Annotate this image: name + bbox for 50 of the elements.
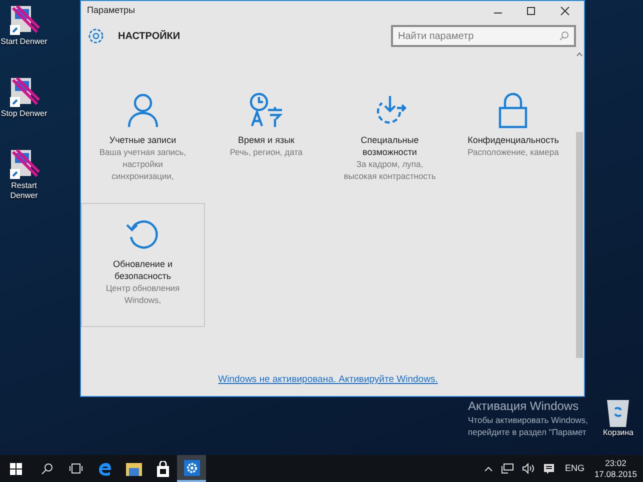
settings-icon	[186, 462, 198, 474]
recycle-bin-label[interactable]: Корзина	[603, 427, 634, 439]
close-icon[interactable]	[560, 6, 570, 16]
language-indicator[interactable]: ENG	[564, 462, 584, 476]
clock[interactable]: 23:02 17.08.2015	[590, 458, 643, 480]
shortcut-icon	[7, 75, 41, 109]
tile-description: Ваша учетная запись, настройки синхронизации,	[98, 146, 188, 182]
shortcut-label[interactable]: Restart Denwer	[0, 181, 49, 201]
tile-description: Расположение, камера	[466, 146, 560, 158]
maximize-icon[interactable]	[526, 6, 536, 16]
windows-logo-icon	[10, 462, 22, 474]
search-icon	[40, 462, 52, 474]
settings-tile[interactable]: Специальные возможности За кадром, лупа, высокая контрастность	[328, 79, 452, 203]
scroll-up-icon[interactable]	[576, 51, 583, 57]
window-title: Параметры	[87, 4, 136, 18]
activation-text: перейдите в раздел "Парамет	[468, 426, 588, 438]
settings-tile[interactable]: Конфиденциальность Расположение, камера	[452, 79, 575, 203]
search-input[interactable]: Найти параметр	[398, 28, 559, 44]
shortcut-icon	[7, 3, 41, 37]
speaker-icon[interactable]	[522, 463, 535, 474]
tile-title: Специальные возможности	[360, 134, 420, 158]
settings-tile[interactable]: Обновление и безопасность Центр обновления Windows,	[81, 203, 204, 327]
tile-title: Учетные записи	[109, 134, 176, 146]
settings-tile[interactable]: Время и язык Речь, регион, дата	[204, 79, 328, 203]
settings-tile[interactable]: Учетные записи Ваша учетная запись, настройки синхронизации,	[81, 79, 204, 203]
taskbar-app[interactable]	[177, 455, 206, 482]
activation-text: Чтобы активировать Windows,	[468, 414, 588, 426]
shortcut-label[interactable]: Stop Denwer	[0, 109, 49, 119]
tile-description: За кадром, лупа, высокая контрастность	[342, 158, 437, 182]
tile-description: Речь, регион, дата	[228, 146, 304, 158]
shortcut-icon	[7, 147, 41, 181]
tile-description: Центр обновления Windows,	[104, 282, 181, 306]
network-icon[interactable]	[500, 463, 514, 474]
task-view-icon	[68, 463, 82, 474]
search-field[interactable]: Найти параметр	[391, 25, 576, 47]
settings-icon	[87, 27, 105, 45]
edge-icon	[96, 460, 112, 476]
tile-title: Обновление и безопасность	[112, 258, 174, 282]
chevron-up-icon[interactable]	[484, 466, 493, 472]
activation-link[interactable]: Windows не активирована. Активируйте Windows.	[218, 372, 438, 388]
tile-title: Конфиденциальность	[468, 134, 559, 146]
shopping-bag-icon	[156, 460, 170, 476]
notification-icon[interactable]	[542, 462, 555, 474]
page-heading: НАСТРОЙКИ	[118, 29, 182, 44]
recycle-bin-icon	[605, 397, 632, 427]
tile-title: Время и язык	[238, 134, 294, 146]
activation-title: Активация Windows	[468, 399, 580, 414]
search-icon	[559, 31, 569, 41]
shortcut-label[interactable]: Start Denwer	[0, 37, 49, 47]
folder-icon	[126, 462, 142, 476]
